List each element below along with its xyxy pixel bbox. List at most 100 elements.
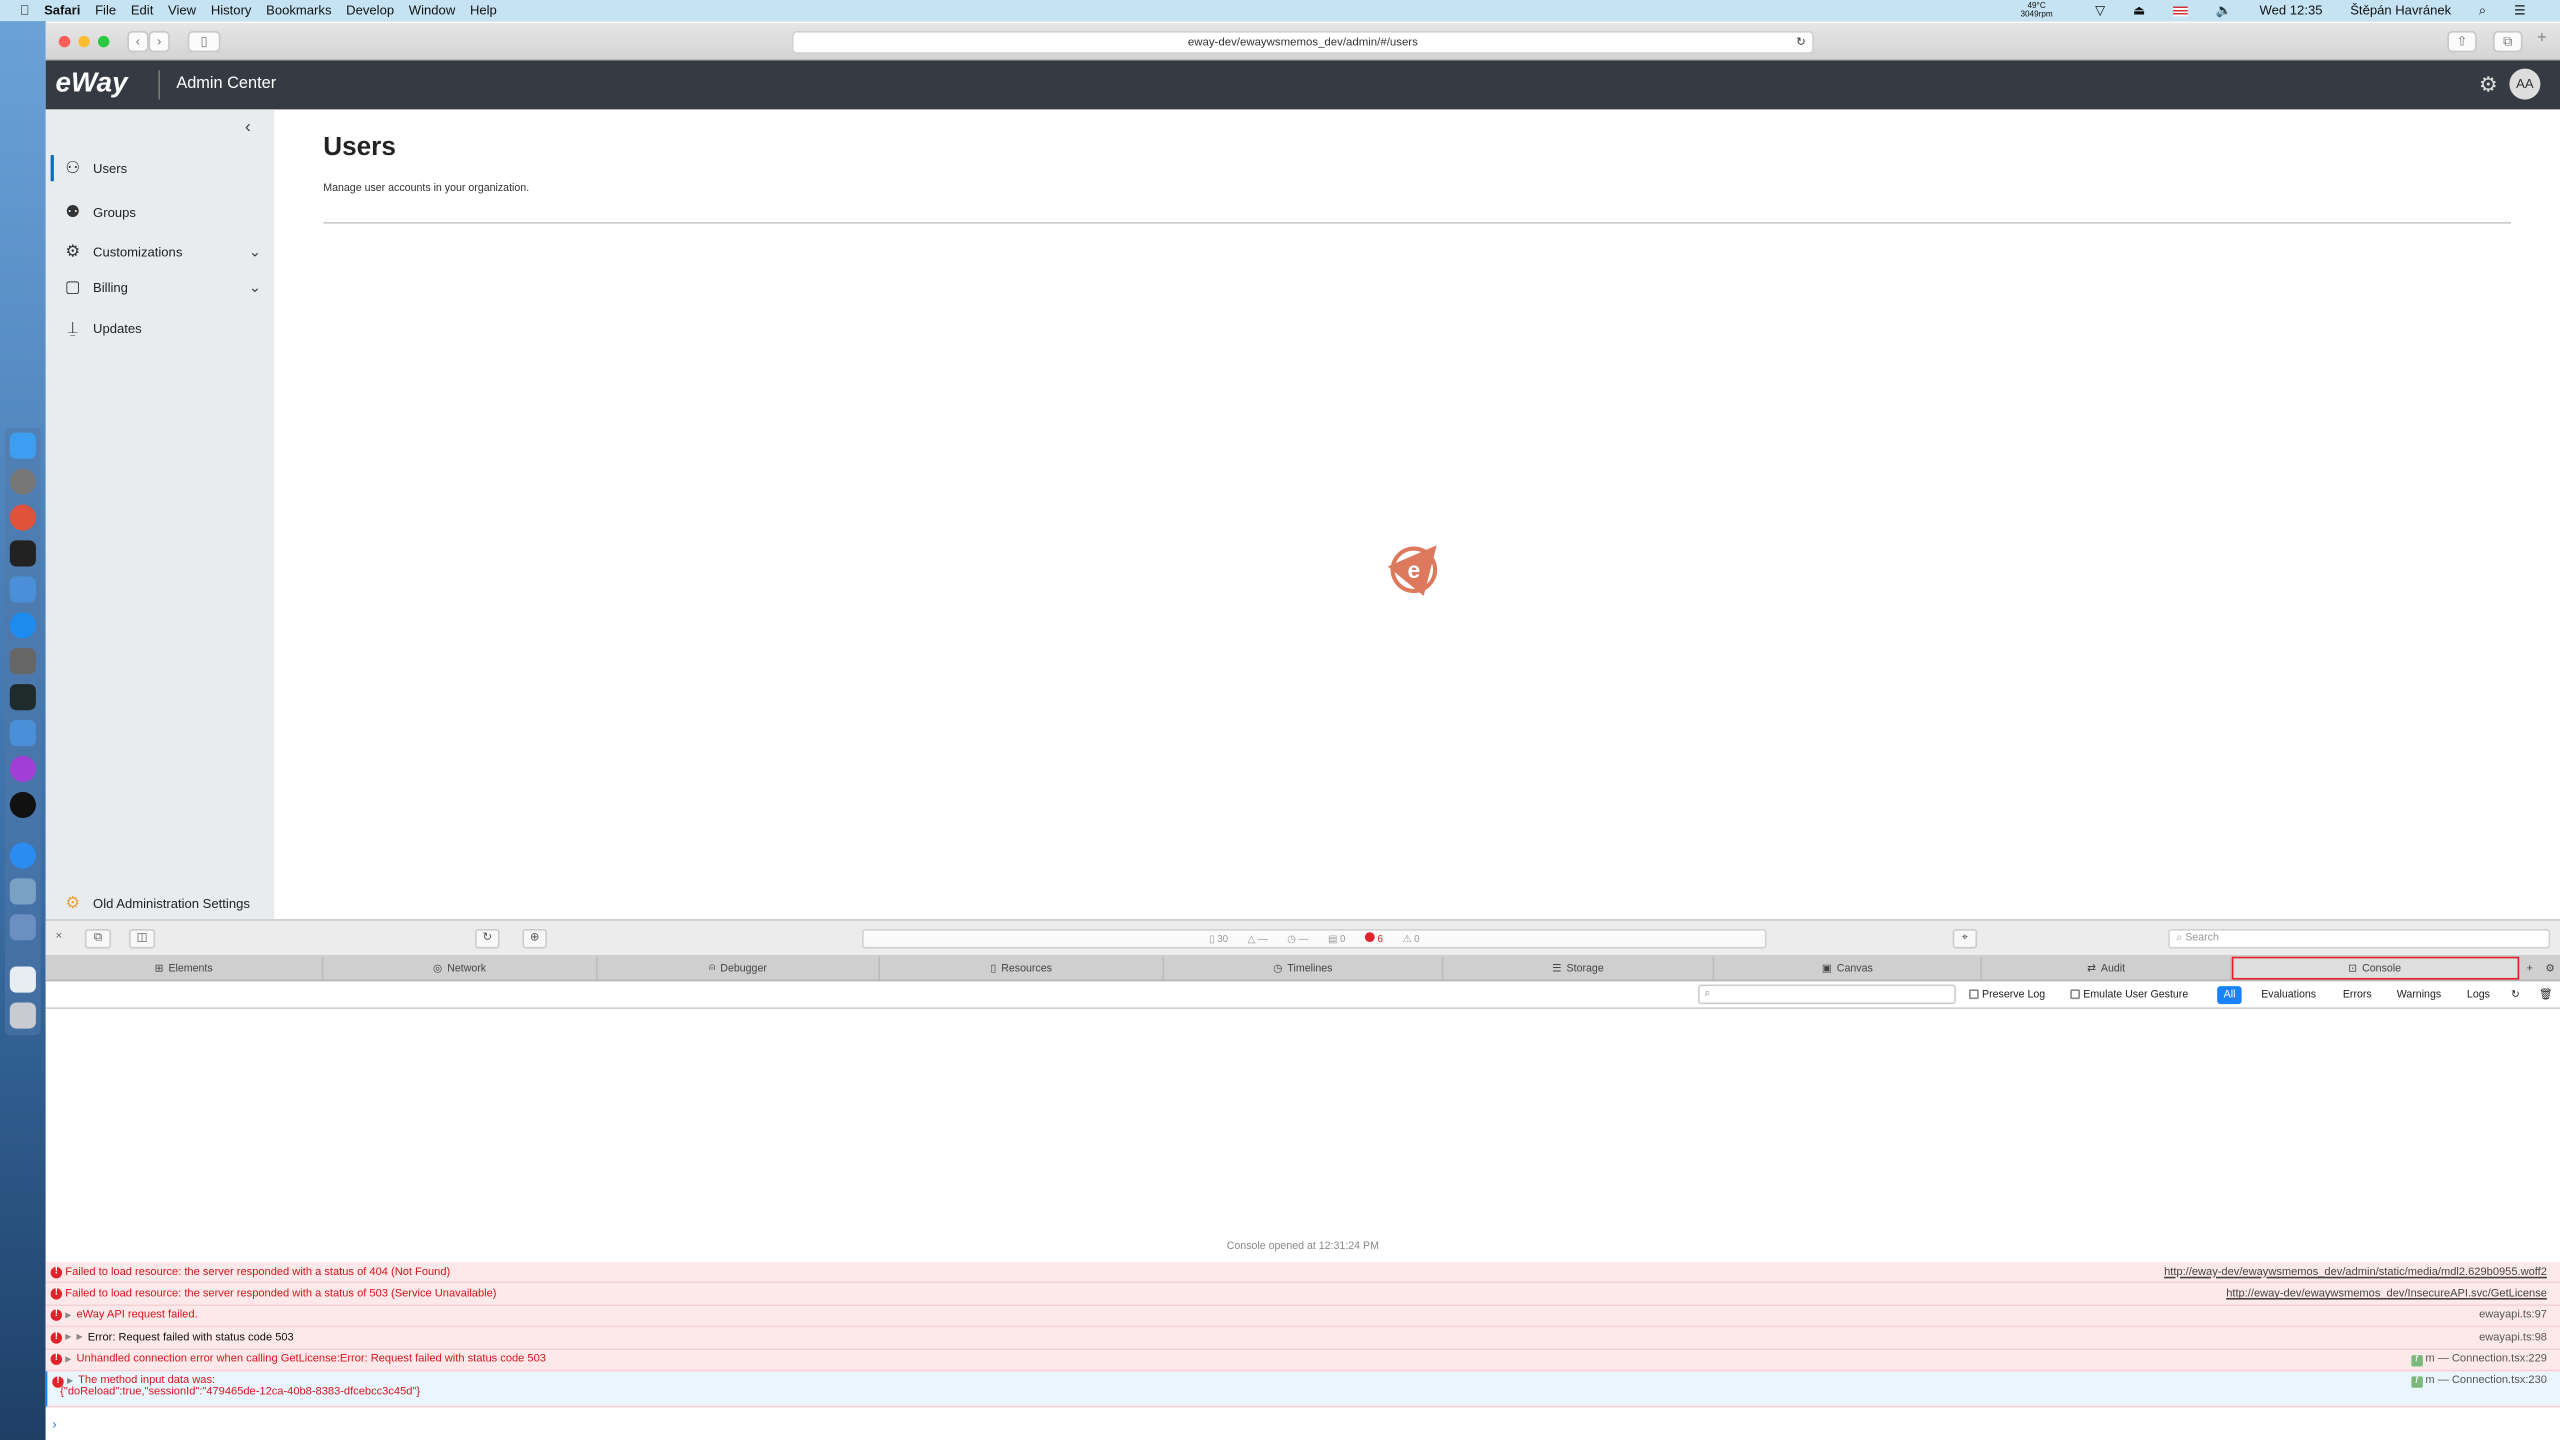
tab-elements[interactable]: ⊞ Elements xyxy=(46,956,324,980)
expand-triangle-icon[interactable]: ▶ xyxy=(65,1333,71,1343)
sidebar-item-billing[interactable]: ▢ Billing ⌄ xyxy=(46,271,275,304)
preserve-log-checkbox[interactable]: Preserve Log xyxy=(1968,986,2045,1004)
old-administration-settings-link[interactable]: ⚙ Old Administration Settings xyxy=(46,887,275,920)
remote-desktop-icon[interactable] xyxy=(9,504,36,531)
tab-audit[interactable]: ⇄ Audit xyxy=(1982,956,2232,980)
terminal-icon[interactable] xyxy=(9,540,36,567)
console-message[interactable]: ! Failed to load resource: the server res… xyxy=(45,1283,2560,1306)
emulate-user-gesture-checkbox[interactable]: Emulate User Gesture xyxy=(2070,986,2188,1004)
volume-icon[interactable]: 🔈 xyxy=(2216,3,2232,18)
clear-console-trash-icon[interactable]: 🗑 xyxy=(2539,986,2552,1004)
close-inspector-button[interactable]: × xyxy=(56,931,63,942)
console-message[interactable]: ! ▶ ▶ Error: Request failed with status cod… xyxy=(45,1327,2560,1350)
close-window-button[interactable] xyxy=(58,35,71,48)
menu-develop[interactable]: Develop xyxy=(346,3,394,18)
address-bar[interactable]: eway-dev/ewaywsmemos_dev/admin/#/users ↻ xyxy=(791,31,1814,54)
apple-tv-icon[interactable] xyxy=(9,791,36,818)
filter-evaluations[interactable]: Evaluations xyxy=(2261,986,2316,1004)
inspect-element-button[interactable]: ⌖ xyxy=(1952,928,1978,949)
expand-triangle-icon[interactable]: ▶ xyxy=(77,1333,83,1343)
wifi-icon[interactable]: ▽ xyxy=(2095,3,2105,18)
tab-debugger[interactable]: ⍝ Debugger xyxy=(598,956,880,980)
filter-warnings[interactable]: Warnings xyxy=(2397,986,2441,1004)
simulator-icon[interactable] xyxy=(9,719,36,747)
inspector-settings-gear-icon[interactable]: ⚙ xyxy=(2540,957,2560,980)
spotlight-icon[interactable]: ⌕ xyxy=(2479,2,2486,18)
tab-canvas[interactable]: ▣ Canvas xyxy=(1714,956,1983,980)
warnings-count[interactable]: ⚠ 0 xyxy=(1403,933,1420,945)
app-store-icon[interactable] xyxy=(9,612,36,639)
add-tab-button[interactable]: + xyxy=(2519,957,2540,980)
console-message[interactable]: ! ▶ eWay API request failed. ewayapi.ts:97 xyxy=(45,1305,2560,1328)
notification-icon[interactable]: ☰ xyxy=(2514,3,2526,18)
xcode-icon[interactable] xyxy=(9,576,36,603)
menu-history[interactable]: History xyxy=(211,3,252,18)
menu-help[interactable]: Help xyxy=(470,3,497,18)
back-button[interactable]: ‹ xyxy=(127,31,149,53)
menu-file[interactable]: File xyxy=(95,3,116,18)
user-name[interactable]: Štěpán Havránek xyxy=(2350,3,2451,18)
mail-icon[interactable] xyxy=(9,914,36,941)
finder-icon[interactable] xyxy=(9,432,36,459)
apple-icon[interactable]:  xyxy=(20,3,30,18)
menu-edit[interactable]: Edit xyxy=(131,3,154,18)
fan-status[interactable]: 49°C 3049rpm xyxy=(2020,2,2067,18)
reload-page-button[interactable]: ↻ xyxy=(475,928,500,949)
avatar[interactable]: AA xyxy=(2509,68,2541,100)
eway-logo[interactable]: eWay xyxy=(56,67,128,100)
message-source-link[interactable]: ewayapi.ts:98 xyxy=(2479,1332,2547,1343)
forward-button[interactable]: › xyxy=(148,31,170,53)
new-tab-button[interactable]: + xyxy=(2537,29,2547,47)
expand-triangle-icon[interactable]: ▶ xyxy=(67,1376,73,1386)
errors-count[interactable]: 6 xyxy=(1364,932,1383,945)
download-archive-button[interactable]: ⊕ xyxy=(522,928,547,949)
filter-logs[interactable]: Logs xyxy=(2467,986,2490,1004)
message-source-link[interactable]: http://eway-dev/ewaywsmemos_dev/Insecure… xyxy=(2226,1288,2547,1299)
dock-side-button[interactable]: ◫ xyxy=(128,928,156,949)
tab-network[interactable]: ◎ Network xyxy=(323,956,598,980)
tab-resources[interactable]: ▯ Resources xyxy=(880,956,1165,980)
menu-view[interactable]: View xyxy=(168,3,196,18)
logs-count[interactable]: ▤ 0 xyxy=(1328,933,1345,945)
certificate-icon[interactable] xyxy=(9,966,36,993)
sidebar-item-groups[interactable]: ⚉ Groups xyxy=(46,196,275,229)
tab-storage[interactable]: ☰ Storage xyxy=(1443,956,1715,980)
tab-timelines[interactable]: ◷ Timelines xyxy=(1164,956,1444,980)
console-message[interactable]: ! ▶ The method input data was: {"doReload":… xyxy=(45,1371,2560,1408)
system-preferences-icon[interactable] xyxy=(9,648,36,675)
trash-icon[interactable] xyxy=(9,1002,36,1029)
clock[interactable]: Wed 12:35 xyxy=(2260,3,2323,18)
console-filter-input[interactable]: ⌕ xyxy=(1697,984,1956,1005)
safari-icon[interactable] xyxy=(9,842,36,869)
sidebar-item-users[interactable]: ⚇ Users xyxy=(46,152,275,185)
filter-all[interactable]: All xyxy=(2217,986,2243,1005)
eject-icon[interactable]: ⏏ xyxy=(2133,3,2145,18)
collapse-sidebar-chevron-icon[interactable]: ‹ xyxy=(245,118,251,138)
flag-icon[interactable] xyxy=(2173,5,2188,16)
chevron-down-icon[interactable]: ⌄ xyxy=(249,278,261,296)
menu-app[interactable]: Safari xyxy=(44,3,80,18)
message-source-link[interactable]: http://eway-dev/ewaywsmemos_dev/admin/st… xyxy=(2164,1266,2547,1277)
message-source-link[interactable]: f m — Connection.tsx:229 xyxy=(2410,1353,2547,1367)
preview-icon[interactable] xyxy=(9,878,36,905)
launchpad-icon[interactable] xyxy=(9,468,36,495)
menu-bookmarks[interactable]: Bookmarks xyxy=(266,3,331,18)
settings-gear-icon[interactable]: ⚙ xyxy=(2479,72,2498,98)
share-button[interactable]: ⇧ xyxy=(2447,31,2477,53)
activity-status[interactable]: ▯ 30 △ — ◷ — ▤ 0 6 ⚠ 0 xyxy=(862,928,1767,949)
activity-monitor-icon[interactable] xyxy=(9,684,36,711)
console-message[interactable]: ! ▶ Unhandled connection error when callin… xyxy=(45,1349,2560,1372)
expand-triangle-icon[interactable]: ▶ xyxy=(65,1355,71,1365)
expand-triangle-icon[interactable]: ▶ xyxy=(65,1311,71,1321)
minimize-window-button[interactable] xyxy=(78,35,90,48)
podcasts-icon[interactable] xyxy=(9,755,36,783)
message-source-link[interactable]: ewayapi.ts:97 xyxy=(2479,1310,2547,1321)
sidebar-toggle-button[interactable]: ▯ xyxy=(187,31,221,53)
menu-window[interactable]: Window xyxy=(409,3,455,18)
reload-icon[interactable]: ↻ xyxy=(1796,33,1806,54)
console-message[interactable]: ! Failed to load resource: the server res… xyxy=(45,1262,2560,1284)
tabs-overview-button[interactable]: ⧉ xyxy=(2493,31,2523,53)
tab-console[interactable]: ⊡ Console xyxy=(2231,956,2520,980)
inspector-search-input[interactable]: ⌕ Search xyxy=(2168,928,2551,949)
console-prompt-input[interactable]: › xyxy=(52,1417,56,1432)
